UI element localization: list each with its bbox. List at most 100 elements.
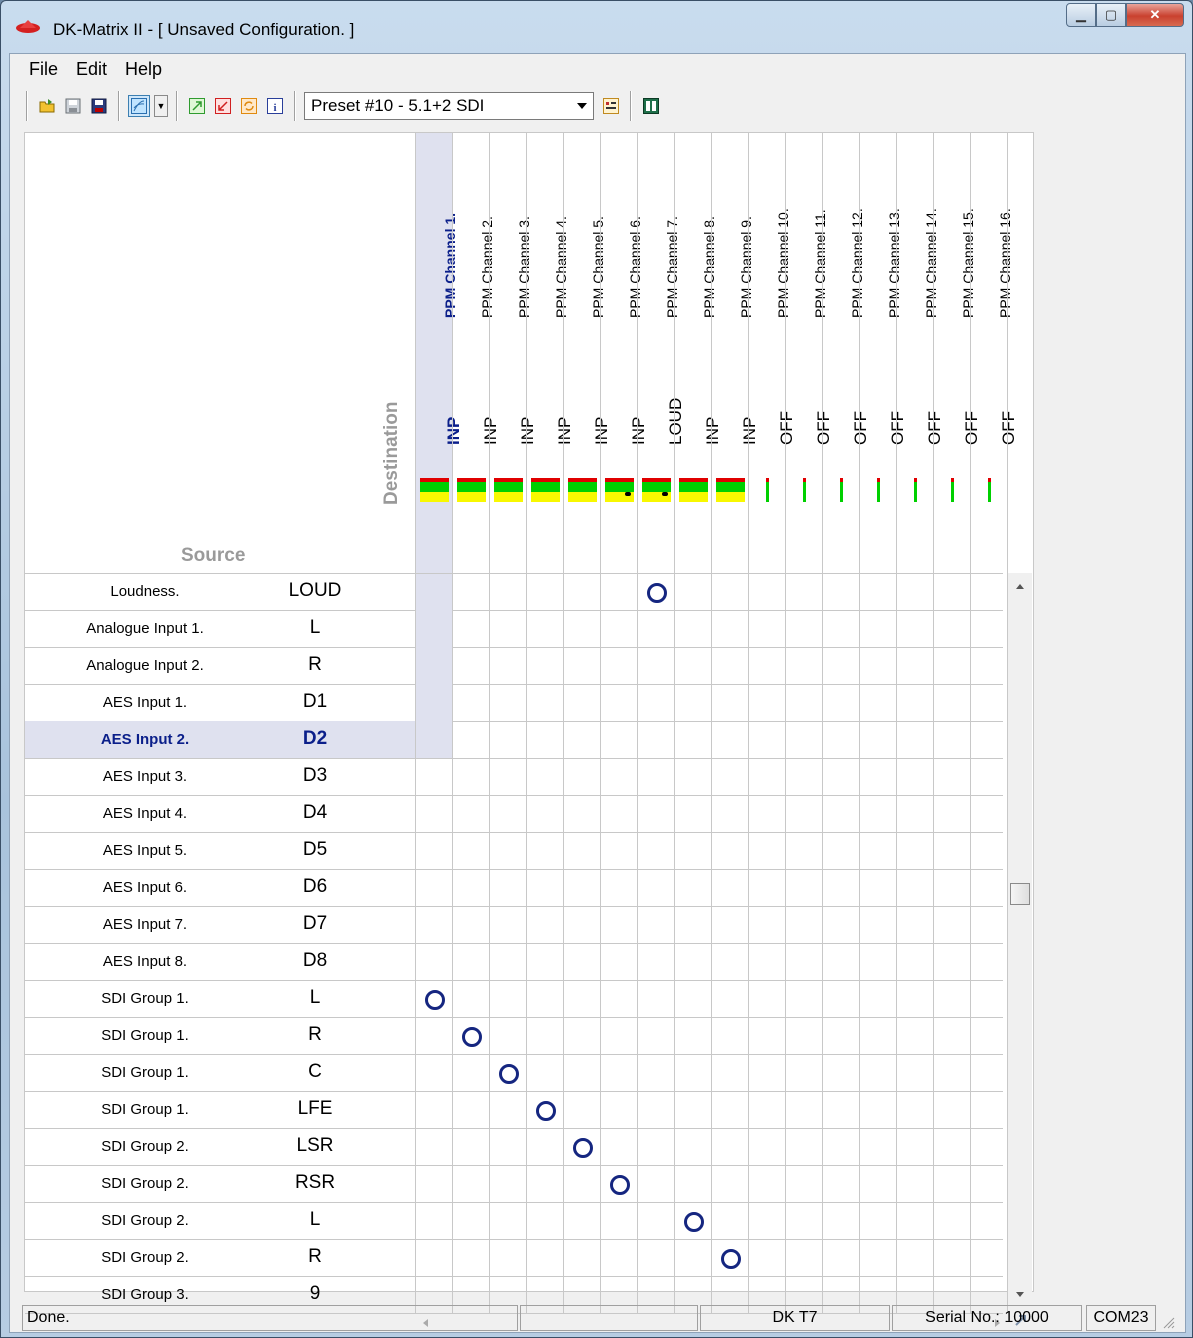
source-name: SDI Group 1. (101, 1064, 189, 1081)
source-name: Analogue Input 2. (86, 657, 204, 674)
status-bar: Done. DK T7 Serial No.: 10000 COM23 (10, 1302, 1187, 1332)
source-short-name: D1 (302, 691, 328, 712)
save-as-button[interactable] (88, 95, 110, 117)
column-header[interactable]: PPM Channel 1. INP (415, 133, 463, 573)
source-short-name: D2 (302, 728, 328, 749)
vertical-scrollbar[interactable] (1008, 573, 1032, 1303)
source-row[interactable]: AES Input 5. D5 (25, 832, 415, 869)
column-header[interactable]: PPM Channel 16. OFF (970, 133, 1018, 573)
source-row[interactable]: SDI Group 1. R (25, 1017, 415, 1054)
source-row[interactable]: SDI Group 2. L (25, 1202, 415, 1239)
source-row[interactable]: AES Input 2. D2 (25, 721, 415, 758)
column-header[interactable]: PPM Channel 5. INP (563, 133, 611, 573)
close-button[interactable]: ✕ (1126, 3, 1184, 27)
column-header[interactable]: PPM Channel 11. OFF (785, 133, 833, 573)
source-row[interactable]: AES Input 8. D8 (25, 943, 415, 980)
source-row[interactable]: SDI Group 1. L (25, 980, 415, 1017)
toolbar-separator (630, 91, 632, 121)
route-node[interactable] (610, 1175, 630, 1195)
column-header[interactable]: PPM Channel 7. LOUD (637, 133, 685, 573)
route-node[interactable] (721, 1249, 741, 1269)
column-header[interactable]: PPM Channel 3. INP (489, 133, 537, 573)
source-short-name: L (309, 617, 321, 638)
routing-view-button[interactable] (128, 95, 150, 117)
grid-line (415, 133, 416, 1313)
source-row[interactable]: Loudness. LOUD (25, 573, 415, 610)
import-button[interactable] (212, 95, 234, 117)
device-button[interactable] (640, 95, 662, 117)
column-header[interactable]: PPM Channel 8. INP (674, 133, 722, 573)
preset-list-button[interactable] (600, 95, 622, 117)
source-row[interactable]: AES Input 1. D1 (25, 684, 415, 721)
menu-help[interactable]: Help (116, 59, 171, 80)
route-node[interactable] (462, 1027, 482, 1047)
menu-bar: File Edit Help (10, 54, 1185, 84)
source-row[interactable]: SDI Group 2. RSR (25, 1165, 415, 1202)
source-row[interactable]: Analogue Input 2. R (25, 647, 415, 684)
column-header[interactable]: PPM Channel 13. OFF (859, 133, 907, 573)
source-row[interactable]: AES Input 7. D7 (25, 906, 415, 943)
grid-line (526, 573, 527, 1313)
source-row[interactable]: AES Input 4. D4 (25, 795, 415, 832)
title-bar[interactable]: DK-Matrix II - [ Unsaved Configuration. … (1, 1, 1192, 53)
route-node[interactable] (684, 1212, 704, 1232)
preset-select[interactable]: Preset #10 - 5.1+2 SDI (304, 92, 594, 120)
toolbar-separator (118, 91, 120, 121)
destination-header: Destination (377, 263, 407, 513)
level-meter (420, 478, 449, 506)
maximize-button[interactable]: ▢ (1096, 3, 1126, 27)
route-node[interactable] (425, 990, 445, 1010)
route-node[interactable] (536, 1101, 556, 1121)
source-row[interactable]: SDI Group 2. LSR (25, 1128, 415, 1165)
export-button[interactable] (186, 95, 208, 117)
info-button[interactable]: i (264, 95, 286, 117)
source-row[interactable]: Analogue Input 1. L (25, 610, 415, 647)
menu-edit[interactable]: Edit (67, 59, 116, 80)
column-header[interactable]: PPM Channel 2. INP (452, 133, 500, 573)
route-node[interactable] (499, 1064, 519, 1084)
minimize-button[interactable]: ▁ (1066, 3, 1096, 27)
source-short-name: RSR (294, 1172, 336, 1193)
app-logo-icon (16, 20, 40, 33)
source-short-name: L (309, 1209, 321, 1230)
column-header[interactable]: PPM Channel 10. OFF (748, 133, 796, 573)
source-row[interactable]: SDI Group 2. R (25, 1239, 415, 1276)
close-icon: ✕ (1149, 7, 1161, 22)
level-meter (642, 478, 671, 506)
source-row[interactable]: AES Input 3. D3 (25, 758, 415, 795)
column-header[interactable]: PPM Channel 4. INP (526, 133, 574, 573)
preset-select-value: Preset #10 - 5.1+2 SDI (311, 96, 485, 115)
window-controls: ▁ ▢ ✕ (1066, 3, 1184, 29)
client-area: File Edit Help ▼ i Preset #10 - 5.1+2 SD… (9, 53, 1186, 1333)
source-row[interactable]: SDI Group 1. C (25, 1054, 415, 1091)
menu-file[interactable]: File (20, 59, 67, 80)
source-name: SDI Group 3. (101, 1286, 189, 1303)
device-icon (643, 98, 659, 114)
grid-line (600, 573, 601, 1313)
app-window: DK-Matrix II - [ Unsaved Configuration. … (0, 0, 1193, 1338)
grid-line (970, 573, 971, 1313)
save-icon (65, 98, 81, 114)
column-header[interactable]: PPM Channel 15. OFF (933, 133, 981, 573)
source-row[interactable]: SDI Group 1. LFE (25, 1091, 415, 1128)
source-name: AES Input 1. (102, 694, 188, 711)
route-node[interactable] (573, 1138, 593, 1158)
column-header[interactable]: PPM Channel 14. OFF (896, 133, 944, 573)
open-button[interactable] (36, 95, 58, 117)
level-meter (975, 478, 1004, 506)
refresh-button[interactable] (238, 95, 260, 117)
level-meter (938, 478, 967, 506)
route-node[interactable] (647, 583, 667, 603)
source-row[interactable]: AES Input 6. D6 (25, 869, 415, 906)
column-header[interactable]: PPM Channel 6. INP (600, 133, 648, 573)
level-meter (679, 478, 708, 506)
size-grip-icon[interactable] (1162, 1316, 1176, 1330)
status-message-text: Done. (27, 1309, 70, 1326)
vertical-scroll-thumb[interactable] (1010, 883, 1030, 905)
status-port-text: COM23 (1093, 1309, 1149, 1326)
column-header[interactable]: PPM Channel 12. OFF (822, 133, 870, 573)
view-dropdown-button[interactable]: ▼ (154, 95, 168, 117)
save-button[interactable] (62, 95, 84, 117)
column-header[interactable]: PPM Channel 9. INP (711, 133, 759, 573)
source-name: AES Input 8. (102, 953, 188, 970)
